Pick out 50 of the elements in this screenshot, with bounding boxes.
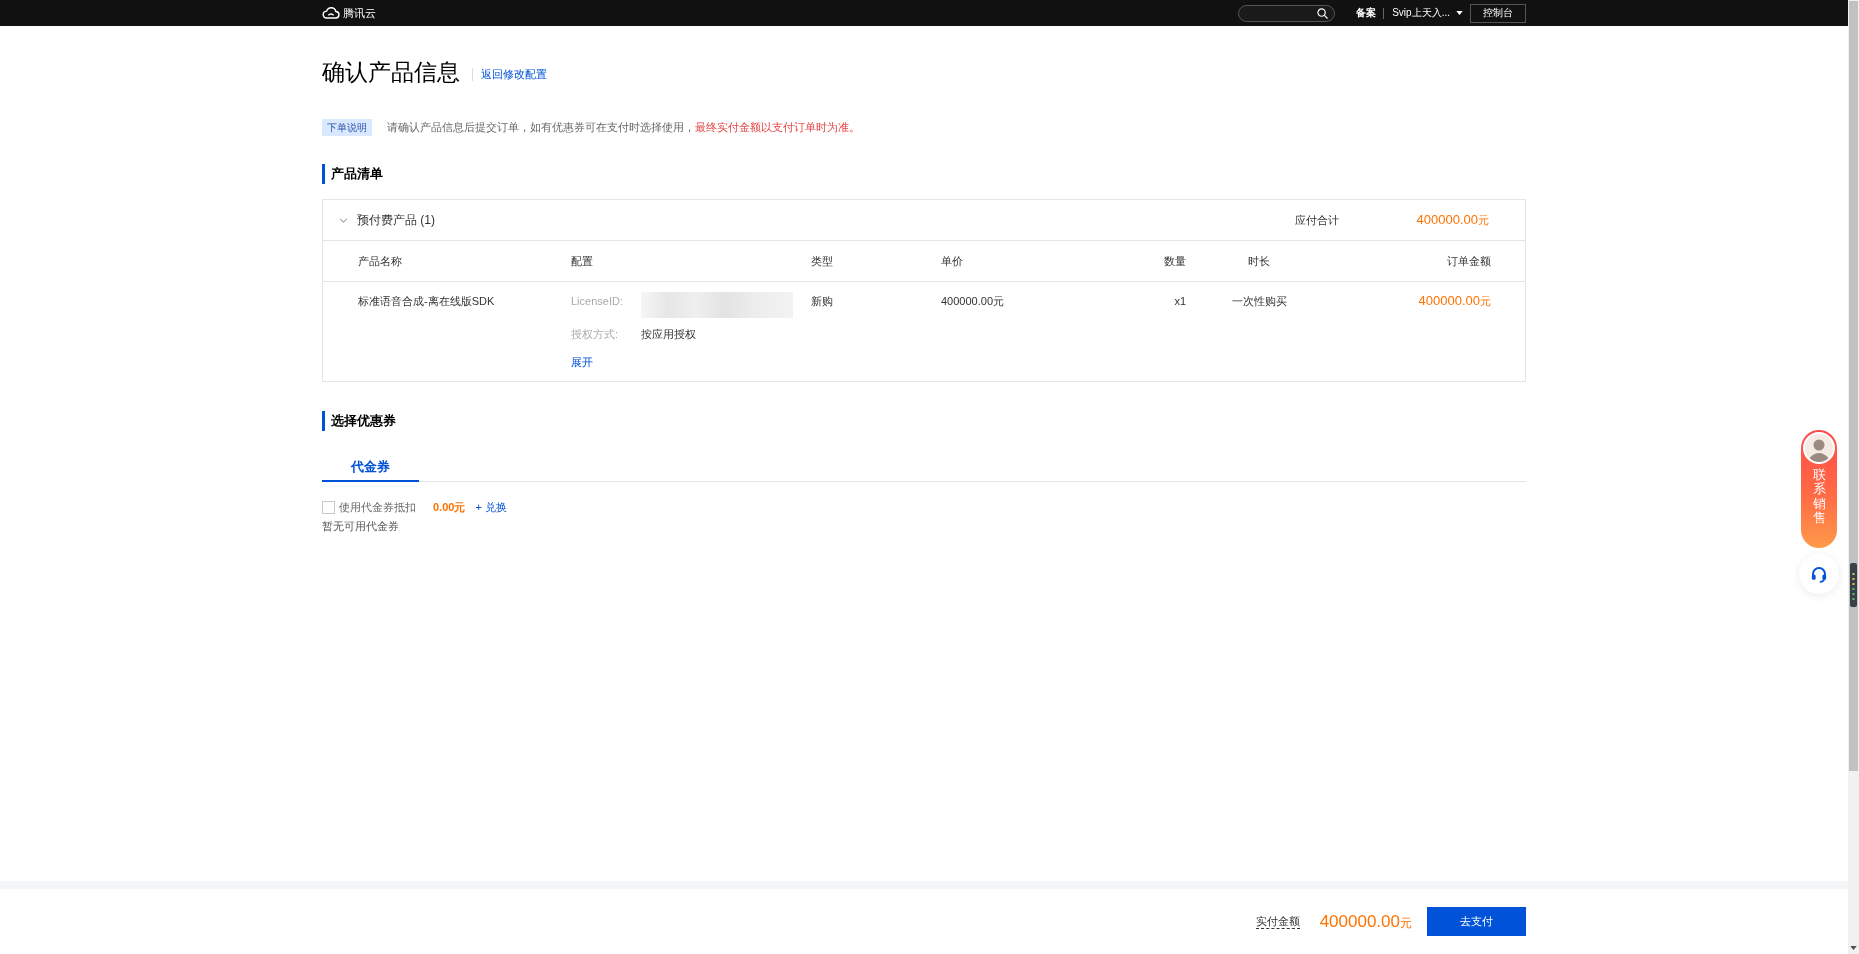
config-label: 授权方式:: [571, 327, 620, 341]
pay-amount-label: 实付金额: [1255, 914, 1300, 929]
total-label: 应付合计: [1295, 212, 1339, 228]
pay-amount: 400000.00元: [1319, 911, 1412, 932]
pay-button[interactable]: 去支付: [1427, 907, 1526, 936]
column-header: 类型: [811, 254, 834, 268]
dotted-handle-icon[interactable]: [1850, 563, 1857, 607]
scrollbar-thumb[interactable]: [1849, 1, 1858, 771]
column-header: 配置: [571, 254, 594, 268]
table-cell-text: x1: [1173, 294, 1186, 308]
order-amount: 400000.00元: [1418, 293, 1491, 308]
use-voucher-checkbox[interactable]: [322, 500, 335, 514]
back-link[interactable]: 返回修改配置: [481, 66, 547, 82]
voucher-tab[interactable]: 代金券: [322, 457, 419, 482]
search-field[interactable]: [1238, 4, 1336, 22]
product-name-cell-text: 标准语音合成-离在线版SDK: [358, 294, 496, 308]
filing-link[interactable]: 备案: [1356, 6, 1377, 20]
column-header: 数量: [1163, 254, 1186, 268]
total-amount: 400000.00元: [1415, 212, 1489, 228]
column-header: 单价: [941, 254, 964, 268]
person-avatar-icon: [1803, 432, 1835, 464]
redeem-link[interactable]: + 兑换: [475, 499, 507, 515]
scrollbar[interactable]: [1848, 0, 1859, 954]
column-header: 订单金额: [1446, 254, 1491, 268]
table-cell-text: 新购: [811, 294, 834, 308]
caret-icon: [1456, 11, 1463, 15]
empty-voucher-text: 暂无可用代金券: [322, 519, 399, 533]
notice-text: 请确认产品信息后提交订单，如有优惠券可在支付时选择使用，最终实付金额以支付订单时为准。: [387, 120, 860, 134]
config-label: LicenseID:: [571, 294, 624, 308]
discount-amount: 0.00元: [433, 499, 466, 515]
table-cell-text: 400000.00元: [941, 294, 1005, 308]
notice-badge: 下单说明: [322, 118, 372, 136]
group-label: 预付费产品 (1): [357, 211, 435, 229]
column-header: 产品名称: [358, 254, 403, 268]
column-header: 时长: [1247, 254, 1271, 268]
section-title: 选择优惠券: [322, 411, 396, 431]
table-cell-text: 一次性购买: [1230, 294, 1288, 308]
cloud-logo-icon: [322, 7, 340, 19]
config-value: 按应用授权: [641, 327, 696, 341]
scroll-down-arrow-icon[interactable]: [1850, 946, 1857, 950]
expand-link[interactable]: 展开: [571, 355, 593, 369]
page-title: 确认产品信息: [322, 58, 460, 87]
console-button[interactable]: 控制台: [1470, 3, 1526, 23]
support-button[interactable]: [1799, 554, 1839, 594]
headset-icon: [1810, 565, 1828, 583]
logo-text[interactable]: 腾讯云: [343, 6, 376, 20]
search-icon: [1317, 7, 1329, 19]
section-title: 产品清单: [322, 164, 383, 184]
account-menu[interactable]: Svip上天入...: [1392, 6, 1463, 20]
checkbox-label: 使用代金券抵扣: [339, 499, 416, 515]
